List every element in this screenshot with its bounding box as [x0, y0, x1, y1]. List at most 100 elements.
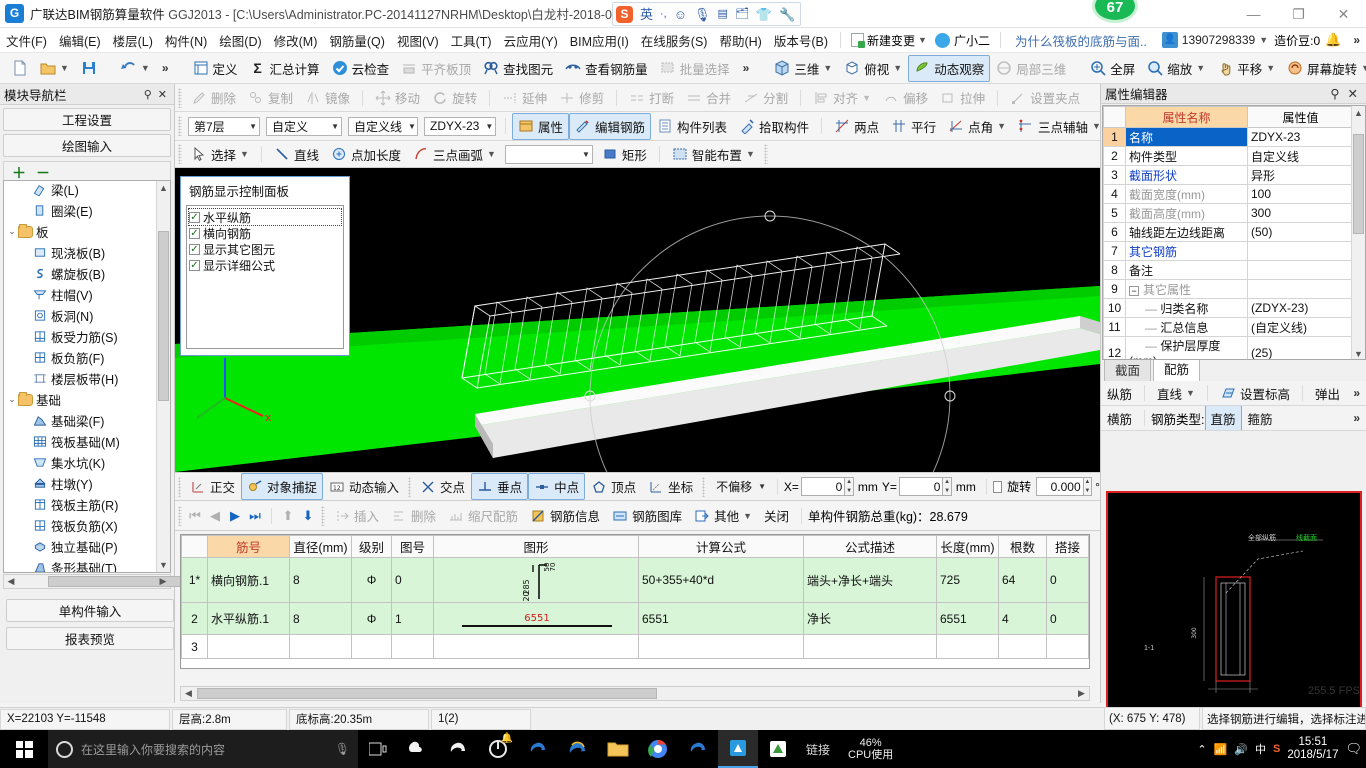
define-button[interactable]: 定义: [187, 55, 244, 82]
col-loss[interactable]: 损耗: [1088, 535, 1089, 558]
stretch-button[interactable]: 拉伸: [934, 84, 991, 111]
cell-grade[interactable]: [351, 634, 392, 659]
checkbox-transverse-rebar[interactable]: ✓ 横向钢筋: [189, 225, 341, 241]
properties-row[interactable]: 2 构件类型 自定义线: [1103, 146, 1354, 166]
cell-diameter[interactable]: 8: [289, 602, 352, 635]
offset-y-input[interactable]: 0: [898, 477, 944, 496]
insert-row-button[interactable]: 插入: [328, 502, 385, 529]
cell-formula[interactable]: 50+355+40*d: [638, 557, 804, 603]
menu-item-tools[interactable]: 工具(T): [445, 28, 498, 53]
tree-item[interactable]: 柱帽(V): [4, 284, 156, 305]
draw-toolbar-grip-2[interactable]: [763, 144, 768, 164]
properties-row[interactable]: 1 名称 ZDYX-23: [1103, 127, 1354, 147]
cell-diameter[interactable]: 8: [289, 557, 352, 603]
three-d-chevron-down-icon[interactable]: ▼: [823, 63, 832, 73]
menu-item-draw[interactable]: 绘图(D): [213, 28, 267, 53]
rebar-info-button[interactable]: 钢筋信息: [524, 502, 606, 529]
other-button[interactable]: 其他 ▼: [688, 502, 758, 529]
snap-vertex-toggle[interactable]: 顶点: [585, 473, 642, 500]
tree-item[interactable]: 柱墩(Y): [4, 473, 156, 494]
component-toolbar-grip[interactable]: [178, 116, 182, 136]
action-center-icon[interactable]: 🗨: [1345, 741, 1362, 757]
tree-item[interactable]: ⌄ 基础: [4, 389, 156, 410]
cell-lap[interactable]: [1046, 634, 1089, 659]
edge2-icon[interactable]: [558, 730, 598, 768]
close-grid-button[interactable]: 关闭: [758, 502, 795, 529]
store-icon[interactable]: [718, 730, 758, 768]
sidebar-item-single-component-input[interactable]: 单构件输入: [6, 599, 174, 622]
trim-button[interactable]: 修剪: [553, 84, 610, 111]
tree-item[interactable]: 板洞(N): [4, 305, 156, 326]
zoom-button[interactable]: 缩放 ▼: [1141, 55, 1211, 82]
three-point-axis-button[interactable]: 三点辅轴 ▼: [1012, 113, 1107, 140]
table-row[interactable]: 1* 横向钢筋.1 8 Φ 0 285 320 50 70 50+355+40*…: [181, 557, 1089, 603]
break-button[interactable]: 打断: [623, 84, 680, 111]
sogou-logo-icon[interactable]: S: [616, 5, 633, 23]
col-figure-no[interactable]: 图号: [391, 535, 434, 558]
col-shape[interactable]: 图形: [433, 535, 639, 558]
offset-mode-selector[interactable]: 不偏移 ▼: [711, 477, 768, 496]
cell-formula[interactable]: 6551: [638, 602, 804, 635]
ie-icon[interactable]: [518, 730, 558, 768]
properties-row[interactable]: 5 截面高度(mm) 300: [1103, 203, 1354, 223]
ggj-app-icon[interactable]: [758, 730, 798, 768]
properties-value[interactable]: 异形: [1247, 165, 1354, 185]
menu-item-edit[interactable]: 编辑(E): [53, 28, 107, 53]
chevron-down-icon[interactable]: ▼: [918, 35, 927, 45]
nav-last-button[interactable]: ⏭: [245, 508, 265, 524]
offset-button[interactable]: 偏移: [877, 84, 934, 111]
properties-value[interactable]: [1247, 241, 1354, 261]
ime-emoji-icon[interactable]: ☺: [674, 8, 687, 21]
checkbox-show-detailed-formula[interactable]: ✓ 显示详细公式: [189, 257, 341, 273]
tree-item[interactable]: 筏板基础(M): [4, 431, 156, 452]
smart-layout-chevron-down-icon[interactable]: ▼: [746, 149, 755, 159]
table-scroll-right-icon[interactable]: ▶: [1074, 687, 1089, 700]
properties-key[interactable]: 其它钢筋: [1125, 241, 1248, 261]
properties-value[interactable]: 100: [1247, 184, 1354, 204]
line-shape-selector[interactable]: 直线 ▼: [1151, 381, 1201, 405]
col-diameter[interactable]: 直径(mm): [289, 535, 352, 558]
quickbar-overflow-button[interactable]: »: [156, 61, 175, 75]
task-view-icon[interactable]: [358, 730, 398, 768]
align-button[interactable]: 对齐 ▼: [807, 84, 877, 111]
component-name-selector[interactable]: ZDYX-23 ▼: [424, 116, 496, 136]
tree-expander-icon[interactable]: ⌄: [6, 394, 18, 405]
cell-loss[interactable]: 0: [1088, 557, 1089, 603]
rotate-button[interactable]: 旋转: [426, 84, 483, 111]
tree-item[interactable]: 独立基础(P): [4, 536, 156, 557]
tree-item[interactable]: 螺旋板(B): [4, 263, 156, 284]
sidebar-item-project-settings[interactable]: 工程设置: [3, 108, 171, 131]
col-formula[interactable]: 计算公式: [638, 535, 804, 558]
draw-style-chevron-down-icon[interactable]: ▼: [576, 150, 590, 159]
rotate-input[interactable]: 0.000: [1036, 477, 1084, 496]
dynamic-input-toggle[interactable]: 12 动态输入: [323, 473, 405, 500]
merge-button[interactable]: 合并: [680, 84, 737, 111]
two-point-axis-button[interactable]: 两点: [828, 113, 885, 140]
pin-icon[interactable]: ⚲: [141, 88, 155, 101]
ime-voice-icon[interactable]: 🎙: [694, 8, 711, 21]
tree-scroll-down-icon[interactable]: ▼: [157, 558, 170, 572]
gridbar-grip-2[interactable]: [321, 505, 325, 526]
props-scroll-up-icon[interactable]: ▲: [1352, 106, 1365, 120]
offset-group-grip[interactable]: [702, 476, 706, 497]
draw-toolbar-grip[interactable]: [178, 144, 182, 164]
nav-next-button[interactable]: ▶: [225, 508, 245, 524]
open-file-button[interactable]: ▼: [34, 56, 75, 80]
menu-item-rebar[interactable]: 钢筋量(Q): [323, 28, 391, 53]
ime-toolbar[interactable]: S 英 ·, ☺ 🎙 ▤ 🗂 👕 🔧: [612, 2, 802, 26]
properties-key[interactable]: — 汇总信息: [1125, 317, 1248, 337]
delete-button[interactable]: 删除: [185, 84, 242, 111]
edit-rebar-button[interactable]: 编辑钢筋: [569, 112, 652, 140]
clock[interactable]: 15:51 2018/5/17: [1287, 736, 1338, 762]
snap-intersection-toggle[interactable]: 交点: [414, 473, 471, 500]
floor-selector[interactable]: 第7层 ▼: [188, 116, 260, 136]
properties-value[interactable]: 300: [1247, 203, 1354, 223]
minimize-button[interactable]: —: [1231, 0, 1276, 28]
properties-close-icon[interactable]: ✕: [1344, 86, 1362, 101]
tree-item[interactable]: 筏板负筋(X): [4, 515, 156, 536]
category-chevron-down-icon[interactable]: ▼: [325, 122, 339, 131]
tree-item[interactable]: 条形基础(T): [4, 557, 156, 572]
undo-button[interactable]: ▼: [115, 56, 156, 80]
table-horizontal-scrollbar[interactable]: ◀ ▶: [180, 686, 1090, 701]
col-length[interactable]: 长度(mm): [936, 535, 999, 558]
